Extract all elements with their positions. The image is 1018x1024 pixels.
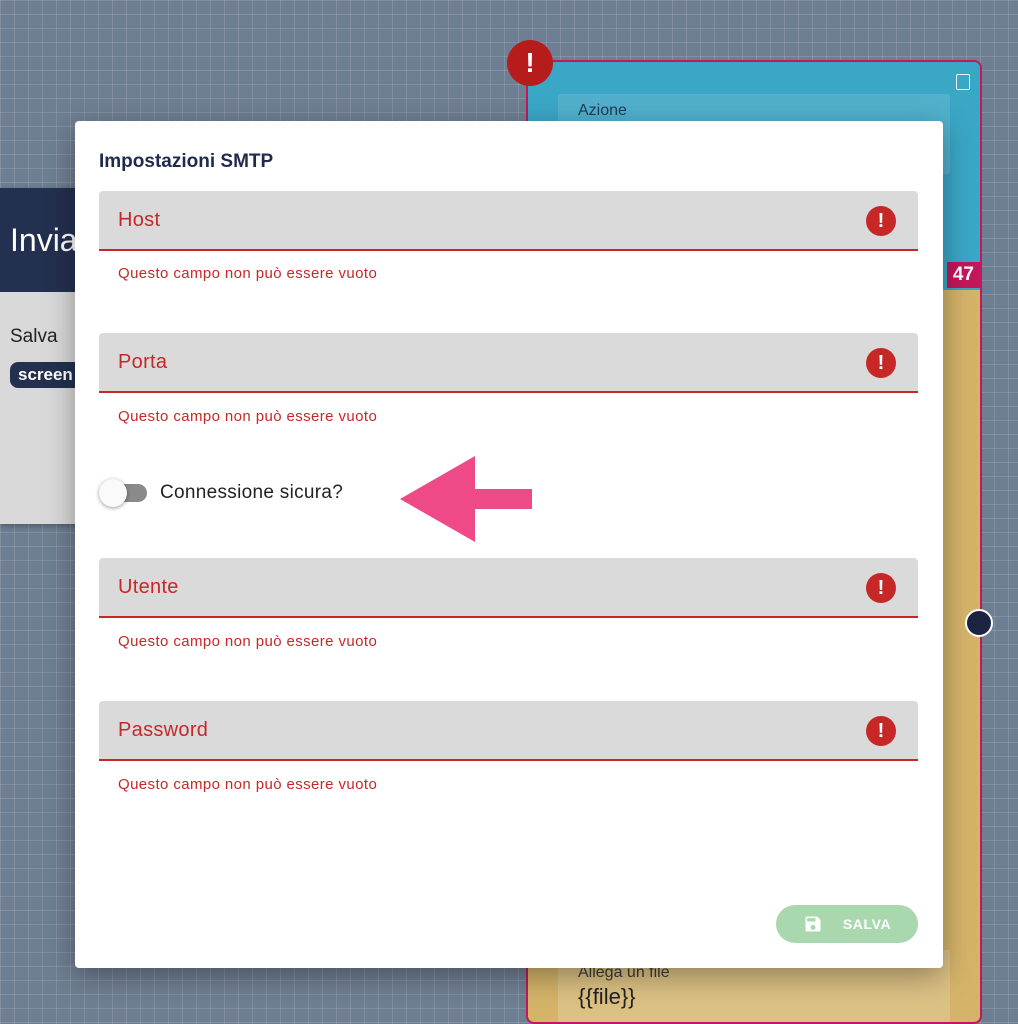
copy-icon[interactable]	[956, 74, 970, 90]
password-field-error: Questo campo non può essere vuoto	[118, 776, 378, 793]
count-badge: 47	[946, 262, 980, 288]
callout-arrow-icon	[400, 456, 532, 542]
host-field-label: Host	[118, 209, 161, 231]
alert-icon: !	[866, 348, 896, 378]
toggle-thumb	[99, 479, 127, 507]
connector-handle[interactable]	[965, 609, 993, 637]
alert-icon: !	[866, 716, 896, 746]
user-field[interactable]: Utente !	[99, 558, 918, 618]
workflow-node-save-label: Salva	[10, 326, 58, 347]
alert-icon: !	[866, 206, 896, 236]
alert-icon: !	[866, 573, 896, 603]
port-field-label: Porta	[118, 351, 168, 373]
node-error-icon: !	[507, 40, 553, 86]
attach-file-value: {{file}}	[578, 984, 636, 1009]
port-field-error: Questo campo non può essere vuoto	[118, 408, 378, 425]
port-field[interactable]: Porta !	[99, 333, 918, 393]
floppy-disk-icon	[805, 916, 821, 932]
dialog-title: Impostazioni SMTP	[99, 151, 274, 172]
password-field-label: Password	[118, 719, 209, 741]
secure-connection-toggle[interactable]	[99, 479, 149, 507]
workflow-node-title: Invia	[0, 188, 80, 292]
smtp-settings-dialog: Impostazioni SMTP Host ! Questo campo no…	[75, 121, 943, 968]
user-field-error: Questo campo non può essere vuoto	[118, 633, 378, 650]
user-field-label: Utente	[118, 576, 179, 598]
secure-connection-label: Connessione sicura?	[160, 482, 344, 503]
save-button[interactable]: SALVA	[776, 905, 918, 943]
workflow-node-send[interactable]: Invia Salva screen	[0, 188, 88, 524]
save-button-label: SALVA	[842, 916, 892, 932]
host-field-error: Questo campo non può essere vuoto	[118, 265, 378, 282]
action-field-label: Azione	[578, 102, 627, 119]
host-field[interactable]: Host !	[99, 191, 918, 251]
password-field[interactable]: Password !	[99, 701, 918, 761]
